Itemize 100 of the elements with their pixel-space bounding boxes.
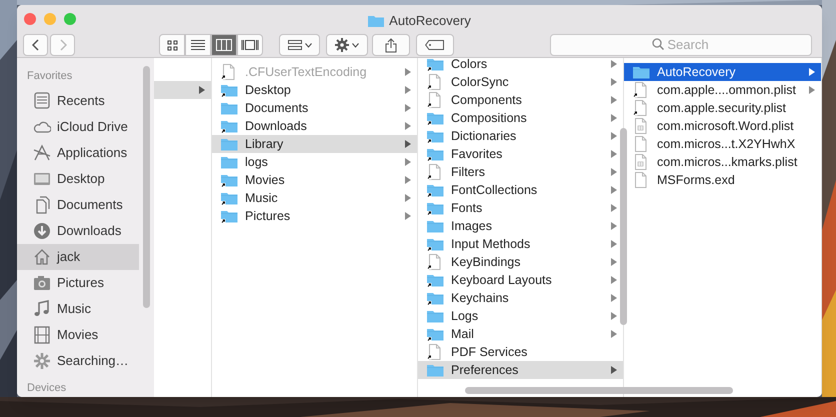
sidebar-item[interactable]: Documents: [17, 192, 139, 218]
scrollbar[interactable]: [620, 128, 627, 325]
file-row[interactable]: Logs: [418, 307, 623, 325]
sidebar-item[interactable]: iCloud Drive: [17, 114, 139, 140]
file-row[interactable]: Keychains: [418, 289, 623, 307]
file-row[interactable]: Library: [212, 135, 417, 153]
disclosure-arrow-icon: [611, 60, 617, 68]
file-row[interactable]: Music: [212, 189, 417, 207]
tag-button[interactable]: [416, 34, 454, 56]
file-row[interactable]: FontCollections: [418, 181, 623, 199]
folder-alias-icon: [220, 208, 238, 224]
file-row[interactable]: Components: [418, 91, 623, 109]
folder-alias-icon: [426, 58, 444, 72]
share-icon: [385, 38, 397, 52]
file-row[interactable]: com.microsoft.Word.plist: [624, 117, 821, 135]
file-row[interactable]: logs: [212, 153, 417, 171]
folder-icon: [426, 218, 444, 234]
disclosure-arrow-icon: [611, 168, 617, 176]
file-row[interactable]: KeyBindings: [418, 253, 623, 271]
disclosure-arrow-icon: [611, 366, 617, 374]
sidebar-item[interactable]: Searching…: [17, 348, 139, 374]
sidebar-item[interactable]: Music: [17, 296, 139, 322]
disclosure-arrow-icon: [405, 212, 411, 220]
action-button[interactable]: [326, 34, 368, 56]
file-row[interactable]: [154, 81, 211, 99]
file-row[interactable]: Keyboard Layouts: [418, 271, 623, 289]
disclosure-arrow-icon: [611, 96, 617, 104]
folder-alias-icon: [426, 326, 444, 342]
icons-view-button[interactable]: [159, 34, 185, 56]
sidebar-item[interactable]: Recents: [17, 88, 139, 114]
file-row[interactable]: Pictures: [212, 207, 417, 225]
search-field[interactable]: Search: [550, 34, 812, 56]
caret-icon: [304, 42, 312, 48]
file-row[interactable]: Documents: [212, 99, 417, 117]
disclosure-arrow-icon: [809, 68, 815, 76]
file-row[interactable]: Movies: [212, 171, 417, 189]
disclosure-arrow-icon: [611, 294, 617, 302]
file-row[interactable]: Preferences: [418, 361, 623, 379]
disclosure-arrow-icon: [405, 176, 411, 184]
disclosure-arrow-icon: [405, 68, 411, 76]
sidebar-item[interactable]: Pictures: [17, 270, 139, 296]
desktop-icon: [33, 170, 51, 188]
file-row[interactable]: Favorites: [418, 145, 623, 163]
file-row[interactable]: Desktop: [212, 81, 417, 99]
columns-view-button[interactable]: [211, 34, 237, 56]
disclosure-arrow-icon: [405, 86, 411, 94]
film-icon: [33, 326, 51, 344]
file-row[interactable]: Fonts: [418, 199, 623, 217]
sidebar-item[interactable]: Downloads: [17, 218, 139, 244]
file-row[interactable]: Downloads: [212, 117, 417, 135]
file-row[interactable]: Images: [418, 217, 623, 235]
file-row[interactable]: Colors: [418, 58, 623, 73]
sidebar-item[interactable]: Applications: [17, 140, 139, 166]
search-icon: [652, 38, 664, 50]
file-row[interactable]: MSForms.exd: [624, 171, 821, 189]
file-row[interactable]: com.micros...t.X2YHwhX: [624, 135, 821, 153]
gallery-view-button[interactable]: [237, 34, 263, 56]
scrollbar[interactable]: [465, 387, 733, 394]
folder-icon: [426, 362, 444, 378]
disclosure-arrow-icon: [809, 86, 815, 94]
folder-alias-icon: [426, 200, 444, 216]
file-row[interactable]: com.micros...kmarks.plist: [624, 153, 821, 171]
disclosure-arrow-icon: [611, 78, 617, 86]
disclosure-arrow-icon: [405, 158, 411, 166]
file-row[interactable]: com.apple.security.plist: [624, 99, 821, 117]
group-by-button[interactable]: [279, 34, 320, 56]
disclosure-arrow-icon: [405, 194, 411, 202]
section-heading: Devices: [26, 381, 68, 396]
folder-alias-icon: [426, 128, 444, 144]
disclosure-arrow-icon: [199, 86, 205, 94]
file-row[interactable]: PDF Services: [418, 343, 623, 361]
list-view-button[interactable]: [185, 34, 211, 56]
folder-alias-icon: [426, 272, 444, 288]
folder-alias-icon: [426, 236, 444, 252]
back-button[interactable]: [23, 34, 48, 56]
disclosure-arrow-icon: [611, 222, 617, 230]
folder-icon: [220, 100, 238, 116]
file-row[interactable]: Filters: [418, 163, 623, 181]
list-icon: [191, 39, 205, 51]
folder-icon: [426, 308, 444, 324]
file-row[interactable]: Dictionaries: [418, 127, 623, 145]
file-row[interactable]: Input Methods: [418, 235, 623, 253]
file-row[interactable]: Mail: [418, 325, 623, 343]
disclosure-arrow-icon: [611, 150, 617, 158]
file-row[interactable]: Compositions: [418, 109, 623, 127]
file-row[interactable]: AutoRecovery: [624, 63, 821, 81]
disclosure-arrow-icon: [405, 122, 411, 130]
sidebar-item[interactable]: Movies: [17, 322, 139, 348]
folder-alias-icon: [426, 110, 444, 126]
file-row[interactable]: com.apple....ommon.plist: [624, 81, 821, 99]
disclosure-arrow-icon: [611, 204, 617, 212]
folder-alias-icon: [220, 172, 238, 188]
sidebar-item[interactable]: Desktop: [17, 166, 139, 192]
chevron-right-icon: [58, 39, 66, 51]
share-button[interactable]: [372, 34, 410, 56]
sidebar-item[interactable]: jack: [17, 244, 139, 270]
folder-alias-icon: [426, 146, 444, 162]
disclosure-arrow-icon: [611, 240, 617, 248]
scrollbar[interactable]: [143, 66, 150, 308]
file-row[interactable]: ColorSync: [418, 73, 623, 91]
